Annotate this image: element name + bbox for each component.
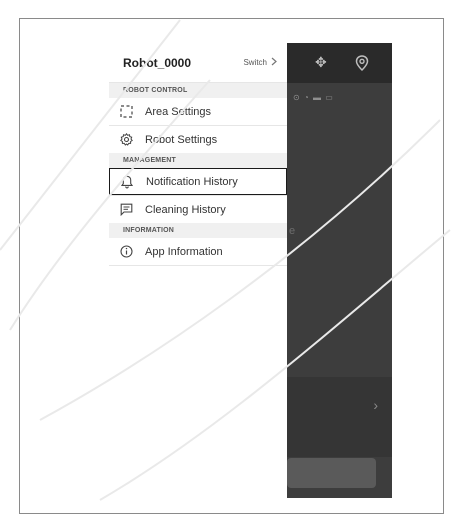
section-management: MANAGEMENT — [109, 153, 287, 168]
location-icon[interactable] — [355, 55, 369, 73]
switch-label: Switch — [243, 58, 267, 67]
section-information: INFORMATION — [109, 223, 287, 238]
menu-item-app-information[interactable]: App Information — [109, 238, 287, 265]
section-robot-control: ROBOT CONTROL — [109, 83, 287, 98]
app-screen: ✥ ⊙ ◔ ▬ ▭ e › Robot_0000 Switch ROBOT CO… — [109, 43, 392, 498]
robot-name: Robot_0000 — [123, 55, 192, 70]
drawer-header: Robot_0000 Switch — [109, 43, 287, 83]
switch-robot-button[interactable]: Switch — [243, 57, 277, 68]
menu-item-label: App Information — [145, 245, 223, 258]
background-button — [287, 458, 376, 488]
gear-icon — [119, 133, 133, 147]
background-card — [287, 377, 392, 457]
bell-icon — [120, 175, 134, 189]
app-top-bar: ✥ — [287, 43, 392, 83]
menu-item-label: Area Settings — [145, 105, 212, 118]
menu-item-label: Robot Settings — [145, 133, 218, 146]
menu-item-label: Cleaning History — [145, 203, 226, 216]
chevron-right-icon: › — [373, 397, 378, 413]
move-icon[interactable]: ✥ — [315, 55, 327, 69]
area-icon — [119, 105, 133, 119]
phone-frame: ✥ ⊙ ◔ ▬ ▭ e › Robot_0000 Switch ROBOT CO… — [19, 18, 444, 514]
chevron-right-icon — [271, 57, 277, 68]
info-icon — [119, 245, 133, 259]
menu-item-label: Notification History — [146, 175, 238, 188]
menu-item-robot-settings[interactable]: Robot Settings — [109, 126, 287, 153]
divider — [109, 265, 287, 266]
app-backdrop[interactable]: ✥ ⊙ ◔ ▬ ▭ e › — [287, 43, 392, 498]
status-icons: ⊙ ◔ ▬ ▭ — [293, 93, 334, 102]
menu-item-notification-history[interactable]: Notification History — [109, 168, 287, 195]
navigation-drawer: Robot_0000 Switch ROBOT CONTROL Area Set… — [109, 43, 287, 498]
menu-item-area-settings[interactable]: Area Settings — [109, 98, 287, 125]
partial-text: e — [289, 225, 296, 237]
menu-item-cleaning-history[interactable]: Cleaning History — [109, 196, 287, 223]
message-icon — [119, 203, 133, 217]
